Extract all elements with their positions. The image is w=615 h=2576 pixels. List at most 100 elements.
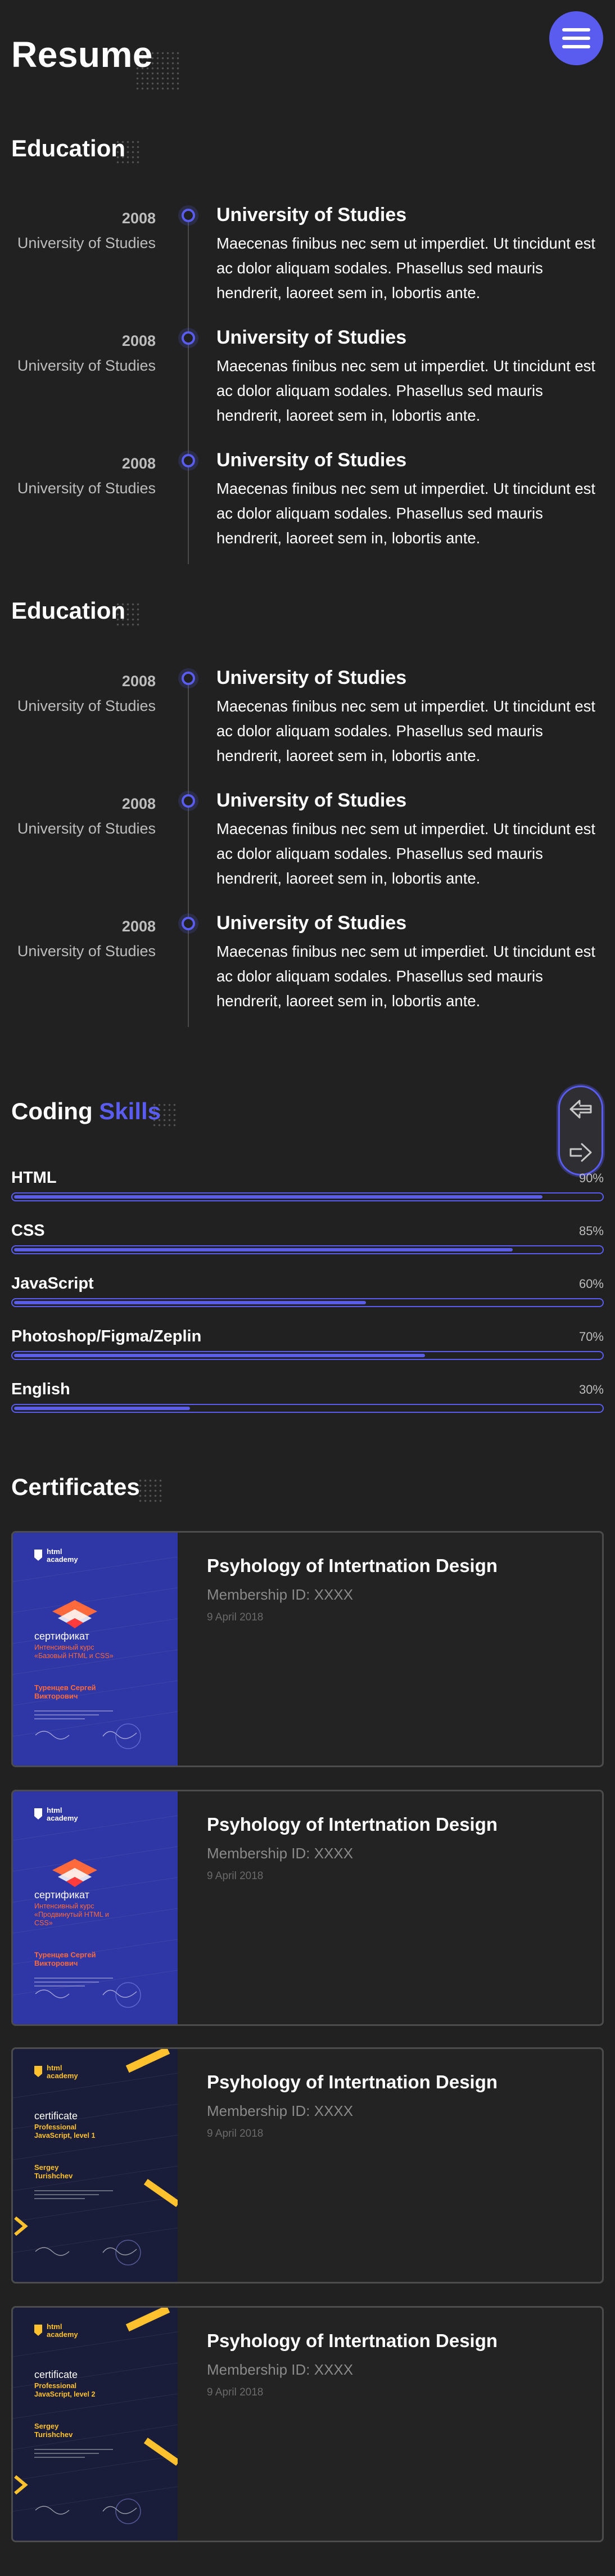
certificate-membership: Membership ID: XXXX <box>207 2361 354 2378</box>
timeline-item: 2008 University of Studies University of… <box>0 785 615 898</box>
certificate-date: 9 April 2018 <box>207 1611 264 1623</box>
certificate-title: Psyhology of Intertnation Design <box>207 1555 498 1576</box>
timeline-place: University of Studies <box>17 480 156 497</box>
certificate-holder: Викторович <box>34 1959 78 1967</box>
certificate-card[interactable]: html academy certificate Professional JavaSc… <box>11 2047 604 2284</box>
skill-bar-fill <box>14 1407 191 1410</box>
brand-name: academy <box>47 2071 78 2080</box>
certificate-heading: сертификат <box>34 1889 89 1901</box>
certificate-heading: сертификат <box>34 1631 89 1642</box>
certificate-heading: certificate <box>34 2110 78 2122</box>
skill-row: HTML 90% <box>11 1169 604 1203</box>
timeline-year: 2008 <box>121 918 156 935</box>
scroll-controls <box>558 1086 603 1176</box>
skill-percent: 85% <box>578 1224 604 1238</box>
certificate-course: Интенсивный курс <box>34 1643 94 1651</box>
fine-print-line <box>34 2453 99 2454</box>
timeline-text: Maecenas finibus nec sem ut imperdiet. U… <box>216 235 596 301</box>
certificate-course: Интенсивный курс <box>34 1902 94 1910</box>
certificate-title: Psyhology of Intertnation Design <box>207 2330 498 2351</box>
certificate-title: Psyhology of Intertnation Design <box>207 1814 498 1835</box>
skill-row: Photoshop/Figma/Zeplin 70% <box>11 1327 604 1361</box>
skill-row: CSS 85% <box>11 1222 604 1255</box>
timeline-dot <box>182 917 195 930</box>
skill-bar-fill <box>14 1195 542 1199</box>
certificate-card[interactable]: html academy certificate Professional JavaSc… <box>11 2306 604 2542</box>
certificate-membership: Membership ID: XXXX <box>207 2102 354 2119</box>
education-title: Education <box>11 135 126 161</box>
certificate-holder: Sergey <box>34 2163 59 2172</box>
fine-print-line <box>34 2198 85 2199</box>
education-title: Education <box>11 597 126 624</box>
timeline-year: 2008 <box>121 332 156 349</box>
fine-print-line <box>34 1985 85 1987</box>
timeline-dot <box>182 794 195 808</box>
skill-name: CSS <box>11 1222 45 1240</box>
skill-name: HTML <box>11 1169 57 1187</box>
certificate-image[interactable]: htmlacademycertificateProfessionalJavaSc… <box>13 2049 178 2282</box>
timeline-place: University of Studies <box>17 235 156 251</box>
skill-bar-fill <box>14 1354 425 1357</box>
certificate-heading: certificate <box>34 2369 78 2380</box>
timeline-text: Maecenas finibus nec sem ut imperdiet. U… <box>216 697 596 764</box>
certificate-holder: Викторович <box>34 1692 78 1700</box>
timeline-text: Maecenas finibus nec sem ut imperdiet. U… <box>216 480 596 547</box>
skill-row: JavaScript 60% <box>11 1275 604 1308</box>
arrow-right-icon[interactable] <box>568 1141 594 1164</box>
timeline-title: University of Studies <box>216 667 407 688</box>
skill-row: English 30% <box>11 1380 604 1414</box>
timeline-text: Maecenas finibus nec sem ut imperdiet. U… <box>216 943 596 1010</box>
certificate-image[interactable]: htmlacademy сертификатИнтенсивный курс«Пр… <box>13 1791 178 2024</box>
skill-bar <box>11 1192 604 1201</box>
timeline-place: University of Studies <box>17 357 156 374</box>
certificate-holder: Туренцев Сергей <box>34 1951 96 1959</box>
skill-bar-fill <box>14 1301 367 1304</box>
skill-name: Photoshop/Figma/Zeplin <box>11 1327 202 1345</box>
timeline-item: 2008 University of Studies University of… <box>0 322 615 435</box>
fine-print-line <box>34 1710 113 1712</box>
fine-print-line <box>34 2457 85 2458</box>
certificate-course: CSS» <box>34 1919 53 1927</box>
fine-print-line <box>34 1718 85 1719</box>
brand-name: academy <box>47 1814 78 1822</box>
hamburger-icon <box>562 28 590 31</box>
timeline-text: Maecenas finibus nec sem ut imperdiet. U… <box>216 820 596 887</box>
certificate-course: Professional <box>34 2123 76 2131</box>
timeline-item: 2008 University of Studies University of… <box>0 908 615 1020</box>
certificate-title: Psyhology of Intertnation Design <box>207 2071 498 2092</box>
certificate-course: «Продвинутый HTML и <box>34 1911 109 1919</box>
skill-percent: 30% <box>578 1382 604 1397</box>
skill-percent: 90% <box>578 1171 604 1185</box>
menu-button[interactable] <box>549 11 603 65</box>
certificate-date: 9 April 2018 <box>207 1870 264 1882</box>
certificate-course: Professional <box>34 2382 76 2390</box>
certificate-image[interactable]: htmlacademy сертификатИнтенсивный курс«Ба… <box>13 1533 178 1766</box>
skill-name: English <box>11 1380 70 1398</box>
certificate-holder: Туренцев Сергей <box>34 1683 96 1692</box>
timeline-place: University of Studies <box>17 943 156 960</box>
timeline-title: University of Studies <box>216 912 407 934</box>
fine-print-line <box>34 1981 99 1983</box>
certificate-membership: Membership ID: XXXX <box>207 1586 354 1603</box>
certificate-holder: Sergey <box>34 2422 59 2430</box>
fine-print-line <box>34 2194 99 2195</box>
timeline-item: 2008 University of Studies University of… <box>0 663 615 775</box>
decor-dots <box>138 1478 163 1503</box>
certificate-card[interactable]: html academy сертификат Интенсивный курс «Ба… <box>11 1531 604 1767</box>
certificate-image[interactable]: htmlacademycertificateProfessionalJavaSc… <box>13 2308 178 2541</box>
timeline-dot <box>182 454 195 467</box>
arrow-left-icon[interactable] <box>568 1098 594 1120</box>
skill-name: JavaScript <box>11 1275 94 1292</box>
certificates-title: Certificates <box>11 1474 140 1500</box>
timeline-title: University of Studies <box>216 449 407 471</box>
certificate-card[interactable]: html academy сертификат Интенсивный курс «Пр… <box>11 1790 604 2026</box>
fine-print-line <box>34 1714 99 1715</box>
brand-name: html <box>47 1547 62 1556</box>
skill-bar <box>11 1298 604 1307</box>
certificate-course: JavaScript, level 1 <box>34 2132 95 2140</box>
timeline-dot <box>182 331 195 345</box>
timeline-year: 2008 <box>121 455 156 472</box>
certificate-date: 9 April 2018 <box>207 2386 264 2398</box>
timeline-title: University of Studies <box>216 790 407 811</box>
fine-print-line <box>34 1978 113 1979</box>
